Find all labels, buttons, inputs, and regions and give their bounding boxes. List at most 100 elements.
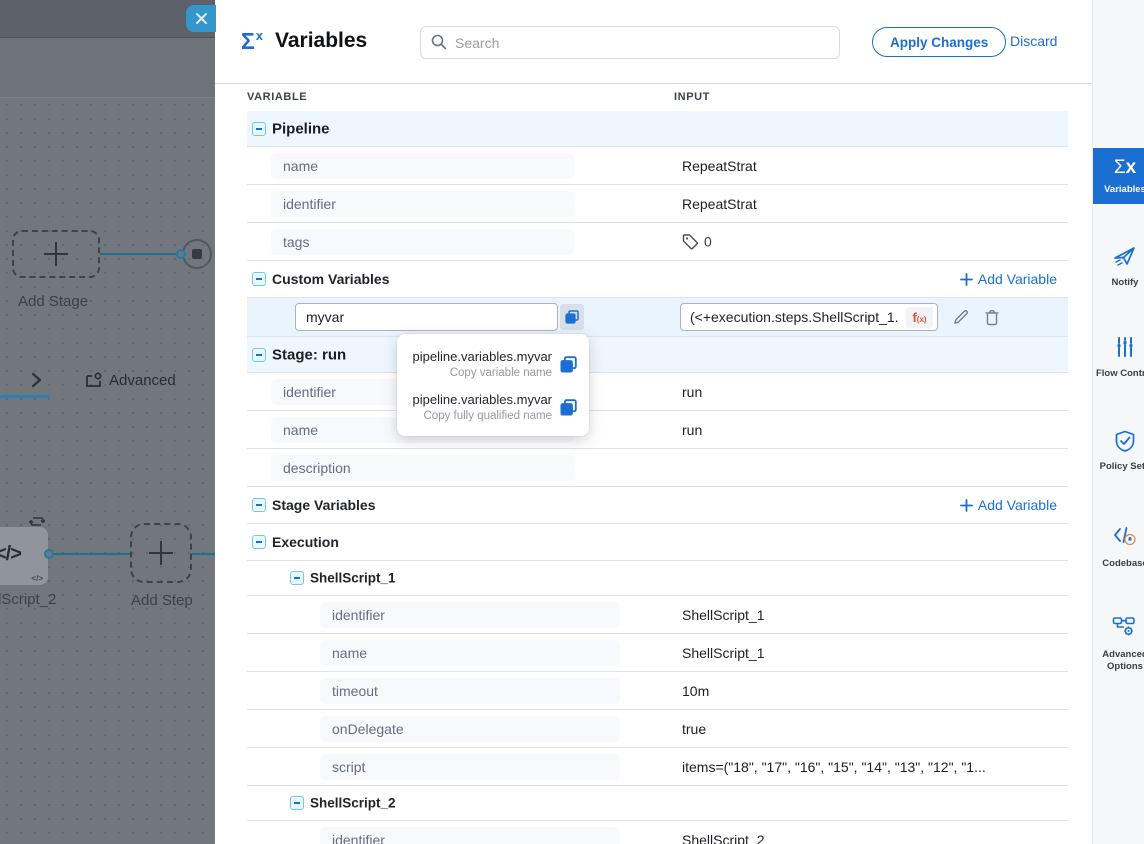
table-row: name ShellScript_1 — [247, 634, 1068, 672]
variable-value: ShellScript_2 — [682, 832, 765, 844]
copy-variable-name-option[interactable]: pipeline.variables.myvar Copy variable n… — [409, 349, 577, 379]
right-sidebar: Σx Variables Notify Flow Control Policy … — [1092, 0, 1144, 844]
stop-icon — [192, 249, 202, 259]
copy-icon[interactable] — [560, 356, 577, 373]
custom-variable-row-myvar: (<+execution.steps.ShellScript_1. f(x) — [247, 298, 1068, 337]
panel-header: Σx Variables Apply Changes Discard — [215, 0, 1092, 84]
plus-icon — [44, 242, 68, 266]
delete-variable-button[interactable] — [984, 309, 1000, 326]
add-variable-button[interactable]: Add Variable — [960, 271, 1057, 287]
policy-shield-icon — [1114, 430, 1136, 453]
sidebar-item-flow-control[interactable]: Flow Control — [1093, 336, 1144, 380]
collapse-icon[interactable] — [252, 535, 266, 549]
table-row: timeout 10m — [247, 672, 1068, 710]
sidebar-item-variables[interactable]: Σx Variables — [1093, 148, 1144, 204]
sidebar-item-label: Notify — [1093, 277, 1144, 289]
add-stage-label: Add Stage — [18, 293, 88, 310]
tags-value: 0 — [682, 233, 712, 250]
variable-key: identifier — [320, 827, 620, 844]
variables-table: Pipeline name RepeatStrat identifier Rep… — [247, 111, 1068, 844]
variable-name-input[interactable] — [295, 303, 558, 331]
section-label: Custom Variables — [272, 271, 390, 287]
collapse-icon[interactable] — [290, 571, 304, 585]
step-connector-line-2 — [192, 553, 215, 555]
sidebar-item-label: Policy Sets — [1093, 461, 1144, 473]
variable-key: name — [271, 153, 574, 179]
close-drawer-button[interactable] — [186, 5, 216, 32]
step-node-shellscript-2[interactable]: </> </> — [0, 527, 48, 585]
variable-value: 10m — [682, 683, 709, 699]
sidebar-item-notify[interactable]: Notify — [1093, 245, 1144, 289]
collapse-icon[interactable] — [252, 498, 266, 512]
search-input[interactable] — [420, 26, 840, 59]
section-label: Stage: run — [272, 346, 346, 363]
discard-button[interactable]: Discard — [1010, 33, 1057, 49]
variable-key: identifier — [271, 191, 574, 217]
table-row-description: description — [247, 449, 1068, 487]
plus-icon — [960, 273, 973, 286]
copy-variable-button[interactable] — [560, 304, 584, 330]
add-stage-node[interactable] — [12, 230, 100, 278]
expression-input[interactable]: (<+execution.steps.ShellScript_1. f(x) — [680, 303, 938, 331]
tab-advanced[interactable]: Advanced — [109, 372, 176, 389]
section-label: ShellScript_2 — [310, 796, 396, 811]
sidebar-item-label: Flow Control — [1093, 368, 1144, 380]
table-row: script items=("18", "17", "16", "15", "1… — [247, 748, 1068, 786]
step-connector-line — [54, 553, 130, 555]
collapse-icon[interactable] — [252, 122, 266, 136]
copy-icon[interactable] — [560, 399, 577, 416]
collapse-icon[interactable] — [252, 272, 266, 286]
plus-icon — [149, 541, 173, 565]
tags-count: 0 — [704, 234, 712, 250]
variable-name-group — [295, 303, 584, 331]
variable-value: items=("18", "17", "16", "15", "14", "13… — [682, 759, 986, 775]
advanced-tab-icon — [85, 372, 103, 389]
sidebar-item-label: Variables — [1093, 184, 1144, 196]
section-row-pipeline: Pipeline — [247, 111, 1068, 147]
table-row: onDelegate true — [247, 710, 1068, 748]
expression-fx-badge[interactable]: f(x) — [906, 307, 933, 328]
collapse-icon[interactable] — [290, 796, 304, 810]
chevron-right-icon[interactable] — [28, 371, 44, 389]
column-header-variable: VARIABLE — [247, 91, 307, 103]
edit-variable-button[interactable] — [952, 308, 970, 326]
sidebar-item-codebase[interactable]: Codebase — [1093, 525, 1144, 570]
table-row: identifier ShellScript_1 — [247, 596, 1068, 634]
connector-port-icon — [176, 249, 186, 259]
variable-value: run — [682, 384, 702, 400]
variable-value: ShellScript_1 — [682, 645, 765, 661]
copy-icon — [565, 310, 579, 324]
variable-value: ShellScript_1 — [682, 607, 765, 623]
connector-port-icon — [44, 549, 54, 559]
sidebar-item-label: Codebase — [1093, 558, 1144, 570]
advanced-options-icon — [1112, 615, 1138, 639]
table-row-tags: tags 0 — [247, 223, 1068, 261]
add-step-node[interactable] — [130, 523, 192, 583]
section-label: Execution — [272, 534, 339, 550]
stage-connector-line — [100, 253, 180, 255]
notify-icon — [1113, 245, 1137, 267]
copy-hint: Copy variable name — [413, 367, 552, 379]
variable-key: onDelegate — [320, 716, 620, 742]
collapse-icon[interactable] — [252, 348, 266, 362]
copy-hint: Copy fully qualified name — [413, 410, 552, 422]
table-row: name run — [247, 411, 1068, 449]
copy-fully-qualified-option[interactable]: pipeline.variables.myvar Copy fully qual… — [409, 392, 577, 422]
variables-sigma-icon: Σx — [1114, 157, 1136, 178]
page-title: Variables — [275, 29, 367, 53]
table-row: name RepeatStrat — [247, 147, 1068, 185]
variables-sigma-icon: Σx — [241, 28, 263, 55]
section-row-shellscript-2: ShellScript_2 — [247, 786, 1068, 821]
variable-key: name — [320, 640, 620, 666]
search-icon — [431, 34, 447, 50]
sidebar-item-advanced-options[interactable]: Advanced Options — [1093, 615, 1144, 673]
sidebar-item-policy-sets[interactable]: Policy Sets — [1093, 430, 1144, 473]
variable-value: run — [682, 422, 702, 438]
section-row-stage-run: Stage: run — [247, 337, 1068, 373]
variables-panel: Σx Variables Apply Changes Discard VARIA… — [215, 0, 1092, 844]
apply-changes-button[interactable]: Apply Changes — [872, 27, 1006, 57]
variable-input-group: (<+execution.steps.ShellScript_1. f(x) — [680, 303, 1000, 331]
add-variable-button[interactable]: Add Variable — [960, 497, 1057, 513]
section-row-execution: Execution — [247, 524, 1068, 561]
tag-icon — [682, 233, 699, 250]
